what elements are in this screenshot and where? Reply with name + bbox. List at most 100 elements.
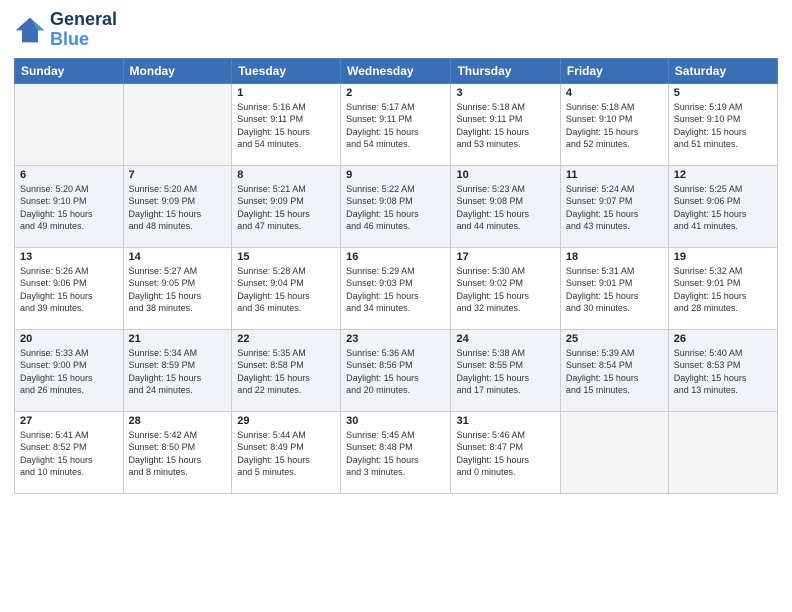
day-info: Sunrise: 5:19 AM Sunset: 9:10 PM Dayligh… bbox=[674, 101, 772, 151]
day-number: 30 bbox=[346, 415, 445, 427]
day-number: 12 bbox=[674, 169, 772, 181]
day-info: Sunrise: 5:44 AM Sunset: 8:49 PM Dayligh… bbox=[237, 429, 335, 479]
day-info: Sunrise: 5:18 AM Sunset: 9:10 PM Dayligh… bbox=[566, 101, 663, 151]
day-number: 3 bbox=[456, 87, 554, 99]
day-info: Sunrise: 5:24 AM Sunset: 9:07 PM Dayligh… bbox=[566, 183, 663, 233]
day-number: 14 bbox=[129, 251, 227, 263]
calendar-cell: 29 Sunrise: 5:44 AM Sunset: 8:49 PM Dayli… bbox=[232, 411, 341, 493]
day-number: 2 bbox=[346, 87, 445, 99]
day-number: 8 bbox=[237, 169, 335, 181]
week-row-2: 6 Sunrise: 5:20 AM Sunset: 9:10 PM Daylig… bbox=[15, 165, 778, 247]
day-info: Sunrise: 5:41 AM Sunset: 8:52 PM Dayligh… bbox=[20, 429, 118, 479]
day-number: 25 bbox=[566, 333, 663, 345]
day-number: 23 bbox=[346, 333, 445, 345]
day-info: Sunrise: 5:22 AM Sunset: 9:08 PM Dayligh… bbox=[346, 183, 445, 233]
calendar-cell: 9Sunrise: 5:22 AM Sunset: 9:08 PM Daylig… bbox=[341, 165, 451, 247]
day-info: Sunrise: 5:21 AM Sunset: 9:09 PM Dayligh… bbox=[237, 183, 335, 233]
day-info: Sunrise: 5:36 AM Sunset: 8:56 PM Dayligh… bbox=[346, 347, 445, 397]
calendar-cell: 28 Sunrise: 5:42 AM Sunset: 8:50 PM Dayli… bbox=[123, 411, 232, 493]
calendar-cell: 12 Sunrise: 5:25 AM Sunset: 9:06 PM Dayli… bbox=[668, 165, 777, 247]
calendar-cell: 4 Sunrise: 5:18 AM Sunset: 9:10 PM Daylig… bbox=[560, 83, 668, 165]
calendar-cell: 18 Sunrise: 5:31 AM Sunset: 9:01 PM Dayli… bbox=[560, 247, 668, 329]
day-number: 4 bbox=[566, 87, 663, 99]
calendar-cell: 31Sunrise: 5:46 AM Sunset: 8:47 PM Dayli… bbox=[451, 411, 560, 493]
day-number: 29 bbox=[237, 415, 335, 427]
day-number: 15 bbox=[237, 251, 335, 263]
day-number: 28 bbox=[129, 415, 227, 427]
day-info: Sunrise: 5:40 AM Sunset: 8:53 PM Dayligh… bbox=[674, 347, 772, 397]
day-info: Sunrise: 5:35 AM Sunset: 8:58 PM Dayligh… bbox=[237, 347, 335, 397]
day-number: 16 bbox=[346, 251, 445, 263]
calendar-cell: 15 Sunrise: 5:28 AM Sunset: 9:04 PM Dayli… bbox=[232, 247, 341, 329]
weekday-header-thursday: Thursday bbox=[451, 58, 560, 83]
day-number: 20 bbox=[20, 333, 118, 345]
day-info: Sunrise: 5:31 AM Sunset: 9:01 PM Dayligh… bbox=[566, 265, 663, 315]
day-number: 31 bbox=[456, 415, 554, 427]
calendar-cell: 21 Sunrise: 5:34 AM Sunset: 8:59 PM Dayli… bbox=[123, 329, 232, 411]
weekday-header-sunday: Sunday bbox=[15, 58, 124, 83]
week-row-3: 13 Sunrise: 5:26 AM Sunset: 9:06 PM Dayli… bbox=[15, 247, 778, 329]
calendar-cell: 27 Sunrise: 5:41 AM Sunset: 8:52 PM Dayli… bbox=[15, 411, 124, 493]
logo: General Blue bbox=[14, 10, 117, 50]
calendar-cell: 30Sunrise: 5:45 AM Sunset: 8:48 PM Dayli… bbox=[341, 411, 451, 493]
day-info: Sunrise: 5:38 AM Sunset: 8:55 PM Dayligh… bbox=[456, 347, 554, 397]
calendar-cell: 2Sunrise: 5:17 AM Sunset: 9:11 PM Daylig… bbox=[341, 83, 451, 165]
calendar-cell: 14Sunrise: 5:27 AM Sunset: 9:05 PM Dayli… bbox=[123, 247, 232, 329]
weekday-header-friday: Friday bbox=[560, 58, 668, 83]
calendar: SundayMondayTuesdayWednesdayThursdayFrid… bbox=[14, 58, 778, 494]
weekday-header-monday: Monday bbox=[123, 58, 232, 83]
day-info: Sunrise: 5:28 AM Sunset: 9:04 PM Dayligh… bbox=[237, 265, 335, 315]
day-number: 6 bbox=[20, 169, 118, 181]
header: General Blue bbox=[14, 10, 778, 50]
day-number: 27 bbox=[20, 415, 118, 427]
day-info: Sunrise: 5:42 AM Sunset: 8:50 PM Dayligh… bbox=[129, 429, 227, 479]
weekday-header: SundayMondayTuesdayWednesdayThursdayFrid… bbox=[15, 58, 778, 83]
day-number: 7 bbox=[129, 169, 227, 181]
day-number: 1 bbox=[237, 87, 335, 99]
day-info: Sunrise: 5:34 AM Sunset: 8:59 PM Dayligh… bbox=[129, 347, 227, 397]
calendar-cell: 16 Sunrise: 5:29 AM Sunset: 9:03 PM Dayli… bbox=[341, 247, 451, 329]
day-info: Sunrise: 5:16 AM Sunset: 9:11 PM Dayligh… bbox=[237, 101, 335, 151]
day-number: 24 bbox=[456, 333, 554, 345]
day-number: 19 bbox=[674, 251, 772, 263]
calendar-cell: 10 Sunrise: 5:23 AM Sunset: 9:08 PM Dayli… bbox=[451, 165, 560, 247]
calendar-cell bbox=[560, 411, 668, 493]
calendar-cell: 6 Sunrise: 5:20 AM Sunset: 9:10 PM Daylig… bbox=[15, 165, 124, 247]
calendar-cell bbox=[15, 83, 124, 165]
day-info: Sunrise: 5:18 AM Sunset: 9:11 PM Dayligh… bbox=[456, 101, 554, 151]
day-number: 26 bbox=[674, 333, 772, 345]
day-number: 13 bbox=[20, 251, 118, 263]
week-row-4: 20Sunrise: 5:33 AM Sunset: 9:00 PM Dayli… bbox=[15, 329, 778, 411]
week-row-5: 27 Sunrise: 5:41 AM Sunset: 8:52 PM Dayli… bbox=[15, 411, 778, 493]
day-number: 21 bbox=[129, 333, 227, 345]
logo-text: General Blue bbox=[50, 10, 117, 50]
day-number: 11 bbox=[566, 169, 663, 181]
day-number: 10 bbox=[456, 169, 554, 181]
calendar-cell: 26 Sunrise: 5:40 AM Sunset: 8:53 PM Dayli… bbox=[668, 329, 777, 411]
calendar-cell: 7 Sunrise: 5:20 AM Sunset: 9:09 PM Daylig… bbox=[123, 165, 232, 247]
day-info: Sunrise: 5:25 AM Sunset: 9:06 PM Dayligh… bbox=[674, 183, 772, 233]
calendar-cell: 8 Sunrise: 5:21 AM Sunset: 9:09 PM Daylig… bbox=[232, 165, 341, 247]
week-row-1: 1 Sunrise: 5:16 AM Sunset: 9:11 PM Daylig… bbox=[15, 83, 778, 165]
day-number: 5 bbox=[674, 87, 772, 99]
day-info: Sunrise: 5:23 AM Sunset: 9:08 PM Dayligh… bbox=[456, 183, 554, 233]
day-number: 17 bbox=[456, 251, 554, 263]
logo-icon bbox=[14, 16, 46, 44]
day-info: Sunrise: 5:29 AM Sunset: 9:03 PM Dayligh… bbox=[346, 265, 445, 315]
weekday-header-saturday: Saturday bbox=[668, 58, 777, 83]
day-info: Sunrise: 5:32 AM Sunset: 9:01 PM Dayligh… bbox=[674, 265, 772, 315]
day-number: 18 bbox=[566, 251, 663, 263]
day-number: 22 bbox=[237, 333, 335, 345]
calendar-cell: 3 Sunrise: 5:18 AM Sunset: 9:11 PM Daylig… bbox=[451, 83, 560, 165]
day-info: Sunrise: 5:20 AM Sunset: 9:10 PM Dayligh… bbox=[20, 183, 118, 233]
calendar-cell: 19 Sunrise: 5:32 AM Sunset: 9:01 PM Dayli… bbox=[668, 247, 777, 329]
calendar-cell: 5 Sunrise: 5:19 AM Sunset: 9:10 PM Daylig… bbox=[668, 83, 777, 165]
day-info: Sunrise: 5:20 AM Sunset: 9:09 PM Dayligh… bbox=[129, 183, 227, 233]
calendar-body: 1 Sunrise: 5:16 AM Sunset: 9:11 PM Daylig… bbox=[15, 83, 778, 493]
calendar-cell: 17 Sunrise: 5:30 AM Sunset: 9:02 PM Dayli… bbox=[451, 247, 560, 329]
day-info: Sunrise: 5:26 AM Sunset: 9:06 PM Dayligh… bbox=[20, 265, 118, 315]
day-info: Sunrise: 5:30 AM Sunset: 9:02 PM Dayligh… bbox=[456, 265, 554, 315]
calendar-cell: 24 Sunrise: 5:38 AM Sunset: 8:55 PM Dayli… bbox=[451, 329, 560, 411]
calendar-cell: 1 Sunrise: 5:16 AM Sunset: 9:11 PM Daylig… bbox=[232, 83, 341, 165]
calendar-cell: 20Sunrise: 5:33 AM Sunset: 9:00 PM Dayli… bbox=[15, 329, 124, 411]
